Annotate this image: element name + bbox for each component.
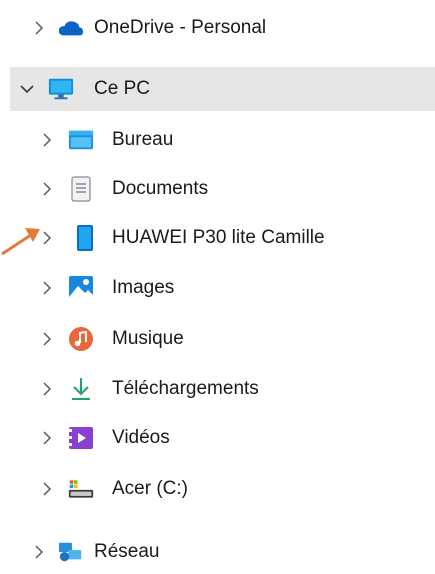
tree-item-huawei-p30[interactable]: HUAWEI P30 lite Camille [10, 216, 435, 260]
tree-item-label: Réseau [94, 541, 160, 562]
tree-item-label: Images [112, 277, 175, 298]
pictures-icon [68, 275, 94, 301]
chevron-right-icon[interactable] [40, 382, 54, 396]
tree-item-label: Acer (C:) [112, 478, 188, 499]
tree-item-videos[interactable]: Vidéos [10, 416, 435, 460]
tree-item-label: HUAWEI P30 lite Camille [112, 227, 325, 248]
tree-item-documents[interactable]: Documents [10, 167, 435, 211]
chevron-right-icon[interactable] [40, 231, 54, 245]
downloads-icon [68, 376, 94, 402]
chevron-right-icon[interactable] [40, 482, 54, 496]
chevron-right-icon[interactable] [32, 21, 46, 35]
onedrive-cloud-icon [58, 15, 84, 41]
chevron-right-icon[interactable] [40, 332, 54, 346]
chevron-right-icon[interactable] [32, 545, 46, 559]
network-icon [58, 539, 84, 565]
tree-item-reseau[interactable]: Réseau [10, 530, 435, 574]
tree-item-label: Ce PC [94, 78, 150, 99]
chevron-right-icon[interactable] [40, 431, 54, 445]
navigation-tree: OneDrive - Personal Ce PC Bureau Documen… [0, 0, 435, 563]
videos-icon [68, 425, 94, 451]
chevron-right-icon[interactable] [40, 133, 54, 147]
tree-item-label: Bureau [112, 129, 174, 150]
tree-item-acer-c[interactable]: Acer (C:) [10, 467, 435, 511]
tree-item-telechargements[interactable]: Téléchargements [10, 367, 435, 411]
tree-item-label: Vidéos [112, 427, 170, 448]
tree-item-images[interactable]: Images [10, 266, 435, 310]
drive-icon [68, 476, 94, 502]
orange-pointer-arrow-icon [0, 216, 42, 260]
tree-item-label: Documents [112, 178, 209, 199]
phone-device-icon [72, 225, 98, 251]
this-pc-monitor-icon [48, 76, 74, 102]
tree-item-this-pc[interactable]: Ce PC [10, 67, 435, 111]
music-icon [68, 326, 94, 352]
tree-item-label: Téléchargements [112, 378, 259, 399]
documents-icon [68, 176, 94, 202]
chevron-right-icon[interactable] [40, 281, 54, 295]
tree-item-onedrive[interactable]: OneDrive - Personal [10, 6, 435, 50]
tree-item-label: Musique [112, 328, 184, 349]
tree-item-bureau[interactable]: Bureau [10, 118, 435, 162]
tree-item-label: OneDrive - Personal [94, 17, 267, 38]
tree-item-musique[interactable]: Musique [10, 317, 435, 361]
chevron-right-icon[interactable] [40, 182, 54, 196]
chevron-down-icon[interactable] [20, 82, 34, 96]
desktop-folder-icon [68, 127, 94, 153]
